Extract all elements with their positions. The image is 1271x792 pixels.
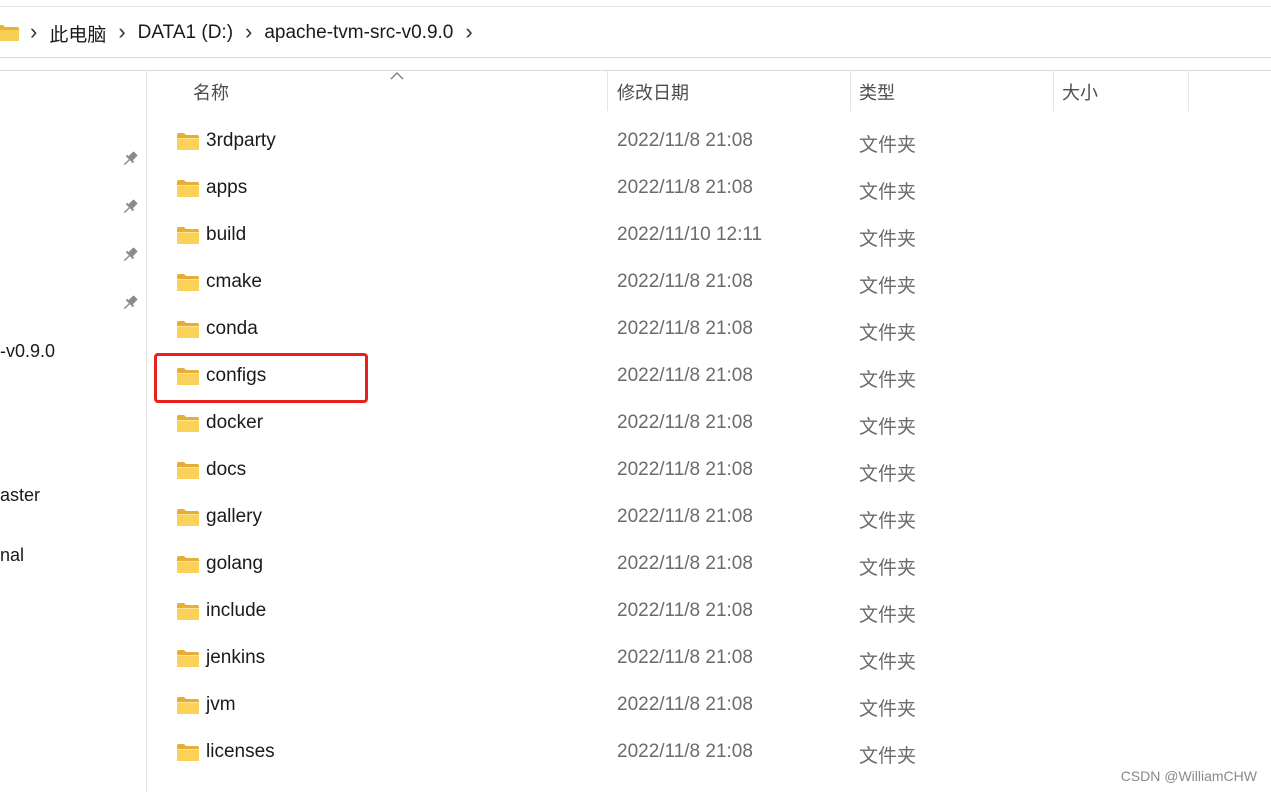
file-name[interactable]: conda [206, 318, 258, 340]
file-row[interactable]: jenkins 2022/11/8 21:08 文件夹 [147, 635, 1271, 682]
folder-icon [176, 461, 200, 480]
file-type: 文件夹 [859, 182, 917, 203]
pin-icon[interactable] [120, 293, 140, 313]
breadcrumb-folder[interactable]: apache-tvm-src-v0.9.0 [264, 22, 465, 44]
file-type: 文件夹 [859, 135, 917, 156]
file-modified-date: 2022/11/8 21:08 [617, 647, 753, 668]
file-row[interactable]: 3rdparty 2022/11/8 21:08 文件夹 [147, 118, 1271, 165]
file-modified-date: 2022/11/10 12:11 [617, 224, 763, 245]
column-header-name[interactable]: 名称 [193, 71, 229, 113]
file-name[interactable]: docs [206, 459, 246, 481]
sort-ascending-icon [390, 72, 404, 80]
folder-icon [176, 320, 200, 339]
folder-icon [176, 414, 200, 433]
file-row[interactable]: gallery 2022/11/8 21:08 文件夹 [147, 494, 1271, 541]
file-row[interactable]: cmake 2022/11/8 21:08 文件夹 [147, 259, 1271, 306]
file-modified-date: 2022/11/8 21:08 [617, 506, 753, 527]
file-type: 文件夹 [859, 699, 917, 720]
file-modified-date: 2022/11/8 21:08 [617, 553, 753, 574]
folder-icon [176, 696, 200, 715]
file-type: 文件夹 [859, 652, 917, 673]
file-modified-date: 2022/11/8 21:08 [617, 412, 753, 433]
folder-icon [176, 508, 200, 527]
file-name[interactable]: licenses [206, 741, 275, 763]
column-divider[interactable] [1188, 71, 1189, 111]
file-type: 文件夹 [859, 746, 917, 767]
file-row[interactable]: docker 2022/11/8 21:08 文件夹 [147, 400, 1271, 447]
file-name[interactable]: gallery [206, 506, 262, 528]
folder-icon [176, 273, 200, 292]
navigation-pane: -v0.9.0 aster nal [0, 71, 147, 792]
folder-icon [176, 602, 200, 621]
chevron-right-icon[interactable]: › [465, 21, 484, 43]
file-name[interactable]: docker [206, 412, 263, 434]
breadcrumb: › 此电脑 › DATA1 (D:) › apache-tvm-src-v0.9… [30, 7, 485, 59]
nav-item-tvm-src[interactable]: -v0.9.0 [0, 341, 55, 362]
file-modified-date: 2022/11/8 21:08 [617, 600, 753, 621]
file-name[interactable]: build [206, 224, 246, 246]
folder-icon [176, 649, 200, 668]
file-modified-date: 2022/11/8 21:08 [617, 130, 753, 151]
chevron-right-icon[interactable]: › [30, 21, 49, 43]
file-modified-date: 2022/11/8 21:08 [617, 741, 753, 762]
file-row[interactable]: include 2022/11/8 21:08 文件夹 [147, 588, 1271, 635]
breadcrumb-this-pc[interactable]: 此电脑 [49, 20, 118, 47]
file-name[interactable]: include [206, 600, 266, 622]
folder-icon [176, 743, 200, 762]
column-header-row: 名称 修改日期 类型 大小 [147, 71, 1271, 113]
file-row[interactable]: apps 2022/11/8 21:08 文件夹 [147, 165, 1271, 212]
folder-icon [176, 179, 200, 198]
highlight-annotation [154, 353, 368, 403]
folder-icon [176, 132, 200, 151]
nav-item-master[interactable]: aster [0, 485, 40, 506]
file-modified-date: 2022/11/8 21:08 [617, 271, 753, 292]
file-modified-date: 2022/11/8 21:08 [617, 365, 753, 386]
file-name[interactable]: 3rdparty [206, 130, 276, 152]
file-modified-date: 2022/11/8 21:08 [617, 318, 753, 339]
column-divider[interactable] [850, 71, 851, 111]
file-type: 文件夹 [859, 511, 917, 532]
column-divider[interactable] [607, 71, 608, 111]
file-name[interactable]: cmake [206, 271, 262, 293]
file-type: 文件夹 [859, 323, 917, 344]
file-type: 文件夹 [859, 605, 917, 626]
folder-icon [176, 226, 200, 245]
column-divider[interactable] [1053, 71, 1054, 111]
file-modified-date: 2022/11/8 21:08 [617, 694, 753, 715]
file-row[interactable]: jvm 2022/11/8 21:08 文件夹 [147, 682, 1271, 729]
pin-icon[interactable] [120, 197, 140, 217]
file-name[interactable]: jenkins [206, 647, 265, 669]
column-header-size[interactable]: 大小 [1062, 71, 1098, 113]
chevron-right-icon[interactable]: › [245, 21, 264, 43]
file-row[interactable]: conda 2022/11/8 21:08 文件夹 [147, 306, 1271, 353]
file-type: 文件夹 [859, 276, 917, 297]
file-name[interactable]: apps [206, 177, 247, 199]
file-type: 文件夹 [859, 370, 917, 391]
breadcrumb-drive[interactable]: DATA1 (D:) [138, 22, 245, 44]
file-row[interactable]: build 2022/11/10 12:11 文件夹 [147, 212, 1271, 259]
file-name[interactable]: jvm [206, 694, 236, 716]
file-row[interactable]: golang 2022/11/8 21:08 文件夹 [147, 541, 1271, 588]
folder-icon [176, 555, 200, 574]
column-header-type[interactable]: 类型 [859, 71, 895, 113]
address-bar[interactable]: › 此电脑 › DATA1 (D:) › apache-tvm-src-v0.9… [0, 6, 1271, 58]
pin-icon[interactable] [120, 245, 140, 265]
file-modified-date: 2022/11/8 21:08 [617, 459, 753, 480]
file-type: 文件夹 [859, 558, 917, 579]
watermark: CSDN @WilliamCHW [1120, 768, 1257, 784]
file-type: 文件夹 [859, 464, 917, 485]
file-row[interactable]: docs 2022/11/8 21:08 文件夹 [147, 447, 1271, 494]
chevron-right-icon[interactable]: › [118, 21, 137, 43]
nav-item-nal[interactable]: nal [0, 545, 24, 566]
pin-icon[interactable] [120, 149, 140, 169]
file-type: 文件夹 [859, 229, 917, 250]
file-row[interactable]: licenses 2022/11/8 21:08 文件夹 [147, 729, 1271, 776]
file-type: 文件夹 [859, 417, 917, 438]
folder-icon [0, 25, 19, 41]
column-header-modified[interactable]: 修改日期 [617, 71, 689, 113]
file-modified-date: 2022/11/8 21:08 [617, 177, 753, 198]
file-name[interactable]: golang [206, 553, 263, 575]
